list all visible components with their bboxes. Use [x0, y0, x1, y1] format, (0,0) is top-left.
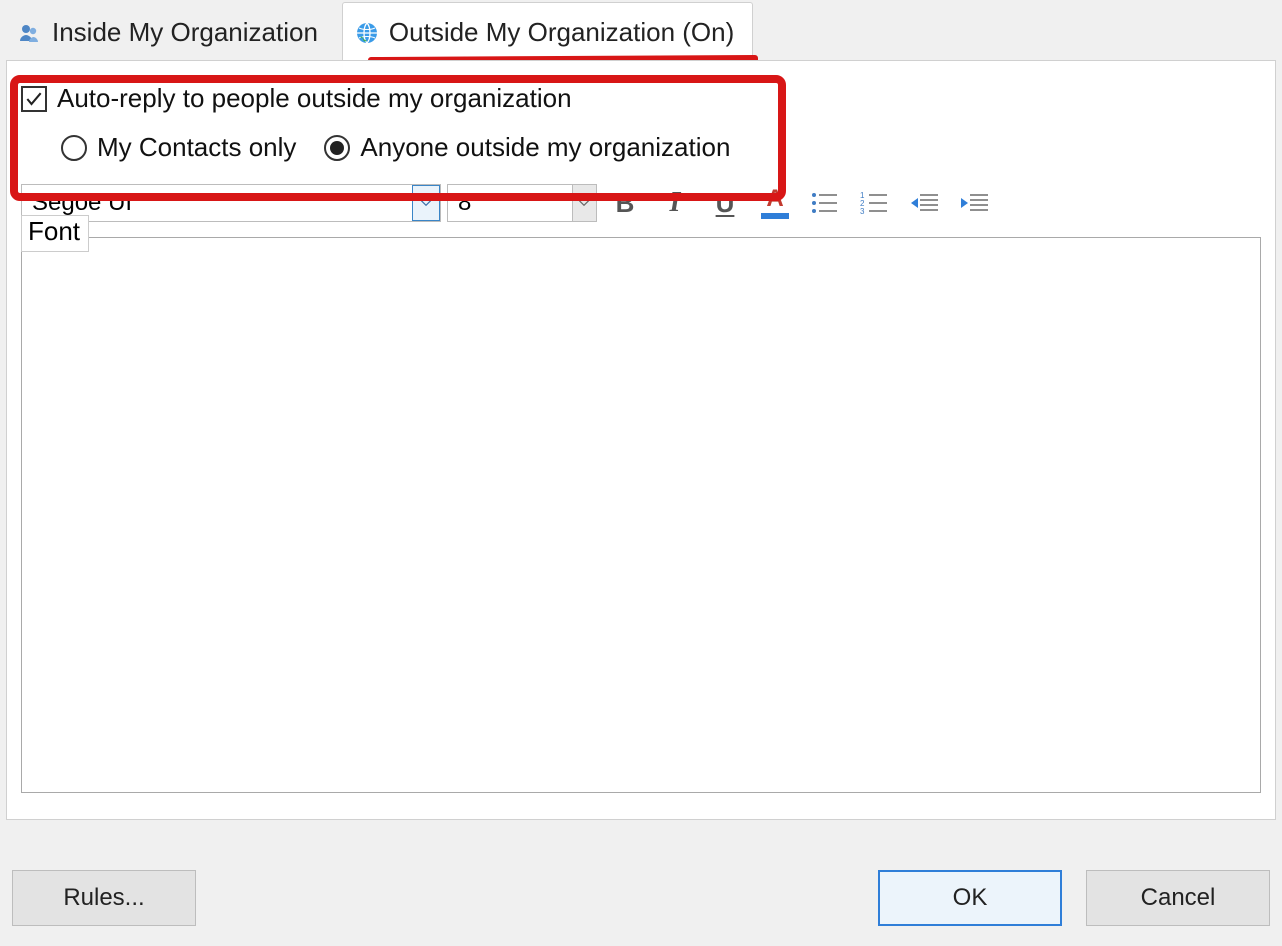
auto-reply-checkbox-row: Auto-reply to people outside my organiza… — [7, 61, 1275, 122]
radio-circle-icon — [61, 135, 87, 161]
dialog-footer: Rules... OK Cancel — [0, 862, 1282, 946]
font-color-button[interactable]: A — [753, 185, 797, 221]
font-color-glyph: A — [766, 187, 783, 211]
tab-outside-org[interactable]: Outside My Organization (On) — [342, 2, 753, 60]
font-size-dropdown-button[interactable] — [572, 185, 596, 221]
decrease-indent-icon — [910, 190, 940, 216]
rules-button[interactable]: Rules... — [12, 870, 196, 926]
bold-glyph: B — [616, 188, 635, 219]
chevron-down-icon — [577, 196, 591, 210]
message-editor[interactable] — [21, 237, 1261, 793]
globe-icon — [355, 22, 379, 44]
bold-button[interactable]: B — [603, 185, 647, 221]
tab-content-panel: Auto-reply to people outside my organiza… — [6, 60, 1276, 820]
tab-inside-org[interactable]: Inside My Organization — [6, 3, 336, 60]
font-size-input[interactable] — [448, 185, 572, 221]
increase-indent-icon — [960, 190, 990, 216]
font-size-combo[interactable] — [447, 184, 597, 222]
bulleted-list-button[interactable] — [803, 185, 847, 221]
font-color-swatch — [761, 213, 789, 219]
underline-button[interactable]: U — [703, 185, 747, 221]
auto-reply-checkbox[interactable] — [21, 86, 47, 112]
rules-label: Rules... — [63, 884, 144, 912]
ok-button[interactable]: OK — [878, 870, 1062, 926]
font-tooltip: Font — [21, 215, 89, 252]
cancel-button[interactable]: Cancel — [1086, 870, 1270, 926]
bulleted-list-icon — [810, 190, 840, 216]
decrease-indent-button[interactable] — [903, 185, 947, 221]
numbered-list-button[interactable]: 1 2 3 — [853, 185, 897, 221]
radio-circle-icon — [324, 135, 350, 161]
format-toolbar: B I U A 1 2 3 — [7, 181, 1275, 225]
svg-text:3: 3 — [860, 207, 865, 216]
increase-indent-button[interactable] — [953, 185, 997, 221]
radio-contacts-label: My Contacts only — [97, 132, 296, 163]
font-family-dropdown-button[interactable] — [412, 185, 440, 221]
radio-anyone-label: Anyone outside my organization — [360, 132, 730, 163]
numbered-list-icon: 1 2 3 — [860, 190, 890, 216]
auto-reply-label: Auto-reply to people outside my organiza… — [57, 83, 572, 114]
chevron-down-icon — [419, 196, 433, 210]
people-icon — [18, 22, 42, 44]
italic-glyph: I — [670, 187, 681, 219]
radio-contacts-only[interactable]: My Contacts only — [61, 132, 296, 163]
radio-anyone-outside[interactable]: Anyone outside my organization — [324, 132, 730, 163]
underline-glyph: U — [716, 188, 735, 219]
italic-button[interactable]: I — [653, 185, 697, 221]
audience-radio-group: My Contacts only Anyone outside my organ… — [7, 122, 1275, 181]
cancel-label: Cancel — [1141, 884, 1216, 912]
tab-outside-label: Outside My Organization (On) — [389, 17, 734, 48]
tab-inside-label: Inside My Organization — [52, 17, 318, 48]
tabs-bar: Inside My Organization Outside My Organi… — [0, 0, 1282, 60]
ok-label: OK — [953, 884, 988, 912]
